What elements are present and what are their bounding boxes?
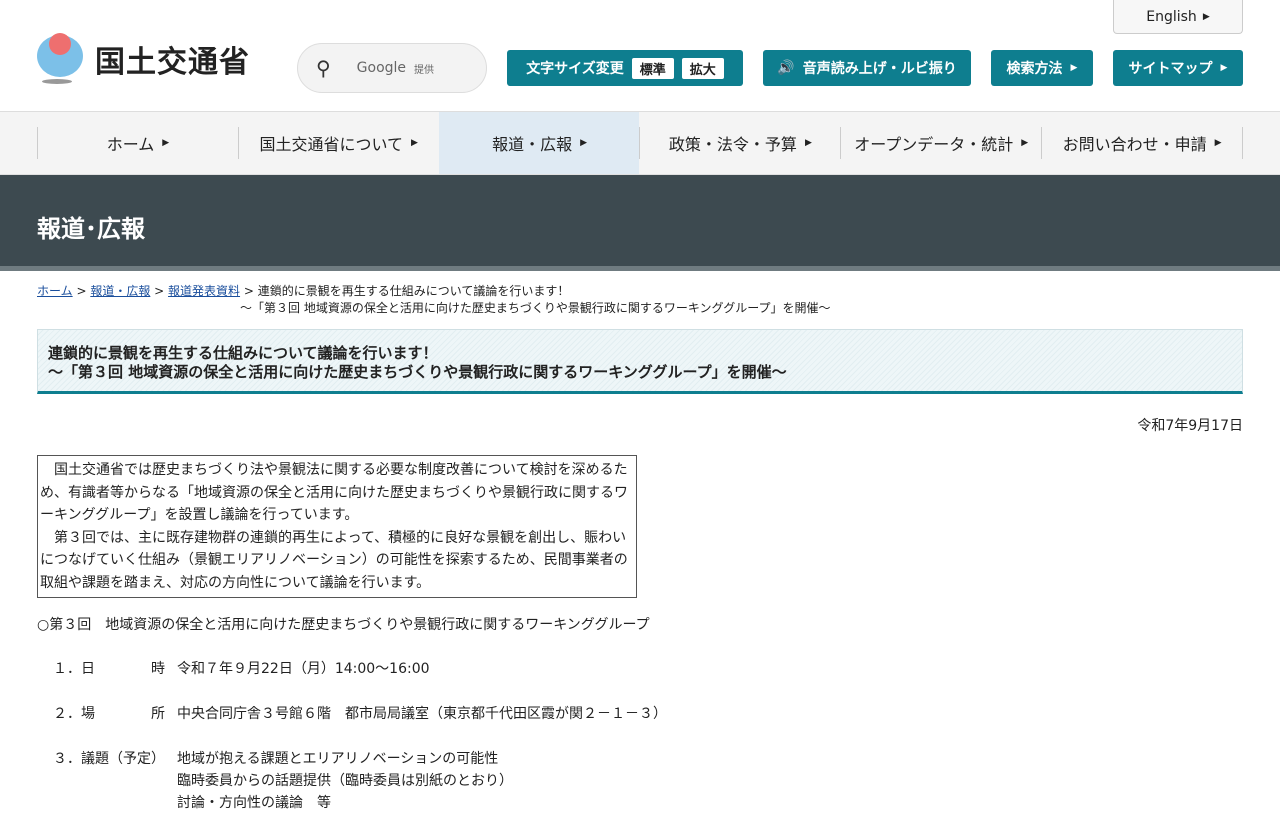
breadcrumb-home[interactable]: ホーム (37, 284, 73, 298)
breadcrumb-current-sub: ～「第３回 地域資源の保全と活用に向けた歴史まちづくりや景観行政に関するワーキン… (240, 301, 831, 315)
font-standard-button[interactable]: 標準 (631, 57, 674, 79)
logo-text: 国土交通省 (95, 45, 250, 80)
nav-label: オープンデータ・統計 (854, 135, 1014, 154)
triangle-right-icon: ▶ (1202, 11, 1210, 22)
triangle-right-icon: ▶ (1214, 138, 1222, 148)
search-suffix: 提供 (414, 64, 435, 76)
triangle-right-icon: ▶ (411, 138, 418, 148)
item-value: 令和７年９月22日（月）14:00～16:00 (177, 661, 430, 677)
search-icon: ⚲ (316, 56, 331, 80)
global-nav: ホーム ▶ 国土交通省について ▶ 報道・広報 ▶ 政策・法令・予算 ▶ オープンデータ… (0, 112, 1280, 175)
lead-paragraph: 国土交通省では歴史まちづくり法や景観法に関する必要な制度改善について検討を深める… (40, 462, 628, 523)
item-key: １．日 時 (53, 661, 165, 677)
nav-label: ホーム (106, 135, 155, 154)
search-method-label: 検索方法 (1006, 61, 1063, 77)
title-line1: 連鎖的に景観を再生する仕組みについて議論を行います！ (48, 344, 438, 362)
nav-press[interactable]: 報道・広報 ▶ (438, 112, 640, 174)
item-value: 地域が抱える課題とエリアリノベーションの可能性 (177, 751, 499, 767)
section-banner: 報道･広報 (0, 175, 1280, 271)
item-date: １．日 時令和７年９月22日（月）14:00～16:00 (53, 658, 430, 680)
font-size-label: 文字サイズ変更 (526, 61, 624, 77)
search-method-button[interactable]: 検索方法 ▶ (991, 50, 1093, 86)
font-size-control: 文字サイズ変更 標準 拡大 (507, 50, 743, 86)
triangle-right-icon: ▶ (1021, 138, 1029, 148)
item-place: ２．場 所中央合同庁舎３号館６階 都市局局議室（東京都千代田区霞が関２－１－３） (53, 703, 667, 725)
item-value: 討論・方向性の議論 等 (177, 795, 331, 811)
nav-label: お問い合わせ・申請 (1062, 135, 1207, 154)
breadcrumb-current: 連鎖的に景観を再生する仕組みについて議論を行います！ (257, 284, 570, 298)
item-agenda: ３．議題（予定） 地域が抱える課題とエリアリノベーションの可能性 臨時委員からの話… (53, 748, 513, 814)
font-large-button[interactable]: 拡大 (681, 57, 724, 79)
item-value: 中央合同庁舎３号館６階 都市局局議室（東京都千代田区霞が関２－１－３） (177, 706, 667, 722)
item-key: ２．場 所 (53, 706, 165, 722)
item-value: 臨時委員からの話題提供（臨時委員は別紙のとおり） (177, 773, 513, 789)
site-header: 国土交通省 ⚲ Google 提供 English ▶ 文字サイズ変更 標準 拡大… (0, 0, 1280, 112)
logo-icon (37, 33, 85, 85)
speech-button[interactable]: 🔊 音声読み上げ・ルビ振り (763, 50, 971, 86)
nav-opendata[interactable]: オープンデータ・統計 ▶ (840, 127, 1041, 159)
triangle-right-icon: ▶ (804, 138, 812, 148)
speech-label: 音声読み上げ・ルビ振り (802, 61, 957, 77)
nav-policy[interactable]: 政策・法令・予算 ▶ (639, 127, 840, 159)
nav-label: 報道・広報 (492, 135, 573, 154)
sitemap-button[interactable]: サイトマップ ▶ (1113, 50, 1243, 86)
release-date: 令和7年9月17日 (1137, 418, 1243, 434)
english-button[interactable]: English ▶ (1113, 0, 1243, 34)
breadcrumb-releases[interactable]: 報道発表資料 (168, 284, 240, 298)
triangle-right-icon: ▶ (580, 138, 588, 148)
triangle-right-icon: ▶ (1220, 63, 1228, 73)
triangle-right-icon: ▶ (162, 138, 170, 148)
mlit-logo[interactable]: 国土交通省 (37, 33, 250, 85)
breadcrumb-press[interactable]: 報道・広報 (90, 284, 150, 298)
nav-label: 政策・法令・予算 (668, 135, 797, 154)
nav-home[interactable]: ホーム ▶ (37, 127, 238, 159)
search-brand: Google (356, 60, 407, 76)
page-title: 連鎖的に景観を再生する仕組みについて議論を行います！ ～「第３回 地域資源の保全… (37, 329, 1243, 394)
lead-box: 国土交通省では歴史まちづくり法や景観法に関する必要な制度改善について検討を深める… (37, 455, 637, 598)
breadcrumb: ホーム > 報道・広報 > 報道発表資料 > 連鎖的に景観を再生する仕組みについ… (37, 284, 831, 315)
search-input[interactable]: ⚲ Google 提供 (297, 43, 487, 93)
sitemap-label: サイトマップ (1128, 61, 1213, 77)
english-label: English (1146, 8, 1197, 25)
speaker-icon: 🔊 (777, 60, 795, 76)
nav-contact[interactable]: お問い合わせ・申請 ▶ (1041, 127, 1243, 159)
nav-about[interactable]: 国土交通省について ▶ (237, 127, 439, 159)
triangle-right-icon: ▶ (1070, 63, 1078, 73)
lead-paragraph: 第３回では、主に既存建物群の連鎖的再生によって、積極的に良好な景観を創出し、賑わ… (40, 529, 628, 591)
meeting-title: ○第３回 地域資源の保全と活用に向けた歴史まちづくりや景観行政に関するワーキング… (37, 617, 650, 633)
title-line2: ～「第３回 地域資源の保全と活用に向けた歴史まちづくりや景観行政に関するワーキン… (48, 363, 787, 381)
item-key: ３．議題（予定） (53, 751, 165, 767)
nav-label: 国土交通省について (259, 135, 404, 154)
